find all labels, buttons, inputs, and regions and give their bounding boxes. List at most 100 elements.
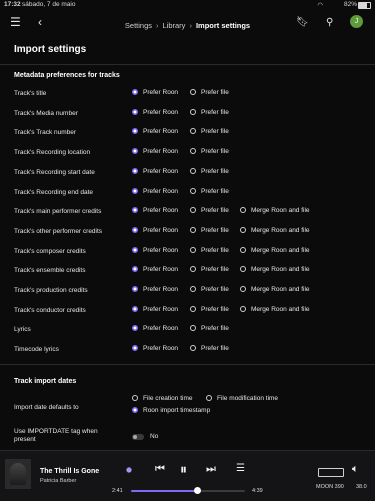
radio-selected-icon	[132, 246, 138, 253]
option-file-creation[interactable]: File creation time	[132, 395, 193, 405]
radio-icon	[240, 226, 246, 233]
pref-row: Track's other performer credits Prefer Ro…	[0, 226, 375, 238]
radio-selected-icon	[132, 345, 138, 352]
pref-row-label: Track's composer credits	[14, 247, 86, 255]
option-prefer-file[interactable]: Prefer file	[190, 246, 229, 257]
wifi-icon: ◠	[317, 2, 323, 9]
pref-row-label: Track's Recording location	[14, 149, 91, 157]
importdate-toggle-label: No	[150, 433, 159, 440]
seek-handle[interactable]	[193, 487, 201, 494]
search-icon[interactable]: ⚲	[326, 17, 333, 28]
breadcrumb-library[interactable]: Library	[163, 21, 186, 30]
battery-percent: 82%	[343, 1, 357, 8]
option-prefer-roon[interactable]: Prefer Roon	[132, 187, 178, 198]
option-prefer-file[interactable]: Prefer file	[190, 148, 229, 158]
volume-value[interactable]: 38.0	[356, 484, 367, 490]
album-cover[interactable]	[5, 459, 31, 489]
option-prefer-roon[interactable]: Prefer Roon	[132, 266, 178, 276]
breadcrumb-separator-icon: ›	[156, 21, 159, 30]
radio-selected-icon	[132, 148, 138, 155]
option-prefer-roon[interactable]: Prefer Roon	[132, 286, 178, 296]
option-merge[interactable]: Merge Roon and file	[240, 286, 310, 296]
pref-row-label: Track's other performer credits	[14, 227, 103, 235]
option-prefer-file[interactable]: Prefer file	[190, 226, 229, 237]
option-prefer-file[interactable]: Prefer file	[190, 266, 229, 276]
importdate-tag-label-line1: Use IMPORTDATE tag when	[14, 428, 98, 435]
page-title: Import settings	[14, 44, 87, 55]
option-prefer-roon[interactable]: Prefer Roon	[132, 325, 178, 335]
importdate-tag-label-line2: present	[14, 436, 36, 443]
seek-bar[interactable]	[131, 487, 245, 494]
option-prefer-roon[interactable]: Prefer Roon	[132, 246, 178, 257]
option-prefer-roon[interactable]: Prefer Roon	[132, 226, 178, 237]
option-merge[interactable]: Merge Roon and file	[240, 266, 310, 276]
option-prefer-file[interactable]: Prefer file	[190, 325, 229, 335]
radio-mode-icon[interactable]: ✦	[124, 465, 134, 475]
radio-icon	[190, 266, 196, 273]
radio-selected-icon	[132, 305, 138, 312]
option-roon-timestamp[interactable]: Roon import timestamp	[132, 407, 210, 417]
option-prefer-roon[interactable]: Prefer Roon	[132, 128, 178, 138]
option-prefer-roon[interactable]: Prefer Roon	[132, 345, 178, 355]
option-prefer-file[interactable]: Prefer file	[190, 187, 229, 198]
import-date-row: Import date defaults to File creation ti…	[0, 395, 375, 417]
radio-icon	[240, 305, 246, 312]
option-prefer-file[interactable]: Prefer file	[190, 108, 229, 119]
option-prefer-roon[interactable]: Prefer Roon	[132, 167, 178, 178]
radio-icon	[190, 187, 196, 194]
zone-name[interactable]: MOON 390	[316, 484, 344, 490]
radio-icon	[240, 286, 246, 292]
option-merge[interactable]: Merge Roon and file	[240, 207, 310, 217]
bookmark-icon[interactable]: 🔖︎	[296, 17, 309, 28]
status-bar: 17:32 sábado, 7 de maio ◠ 82%	[0, 0, 375, 12]
option-prefer-file[interactable]: Prefer file	[190, 286, 229, 296]
option-prefer-roon[interactable]: Prefer Roon	[132, 305, 178, 316]
option-prefer-roon[interactable]: Prefer Roon	[132, 207, 178, 217]
section-title-metadata: Metadata preferences for tracks	[14, 72, 120, 79]
radio-icon	[240, 246, 246, 253]
breadcrumb-current: Import settings	[195, 21, 251, 30]
pref-row: Track's Recording end date Prefer Roon Pre…	[0, 187, 375, 199]
option-prefer-file[interactable]: Prefer file	[190, 207, 229, 217]
option-prefer-roon[interactable]: Prefer Roon	[132, 148, 178, 158]
pref-row-label: Track's main performer credits	[14, 208, 102, 216]
queue-icon[interactable]: ☰	[236, 463, 245, 474]
pref-row: Track's Track number Prefer Roon Prefer fi…	[0, 127, 375, 139]
radio-icon	[190, 207, 196, 214]
radio-icon	[190, 128, 196, 135]
track-artist[interactable]: Patricia Barber	[40, 478, 76, 484]
zone-device-icon[interactable]	[318, 468, 344, 477]
option-prefer-file[interactable]: Prefer file	[190, 167, 229, 178]
option-prefer-file[interactable]: Prefer file	[190, 89, 229, 99]
pref-row: Track's Recording start date Prefer Roon P…	[0, 167, 375, 179]
option-prefer-file[interactable]: Prefer file	[190, 305, 229, 316]
battery-icon	[358, 2, 371, 9]
next-icon[interactable]: ⏭︎	[206, 463, 216, 476]
option-merge[interactable]: Merge Roon and file	[240, 305, 310, 316]
breadcrumb-separator-icon: ›	[189, 21, 192, 30]
radio-selected-icon	[132, 108, 138, 115]
option-prefer-file[interactable]: Prefer file	[190, 345, 229, 355]
breadcrumb-settings[interactable]: Settings	[125, 21, 152, 30]
radio-icon	[190, 305, 196, 312]
radio-icon	[190, 89, 196, 95]
pref-row: Track's ensemble credits Prefer Roon Prefe…	[0, 265, 375, 277]
pref-row: Track's Recording location Prefer Roon Pre…	[0, 147, 375, 159]
radio-icon	[132, 395, 138, 401]
avatar[interactable]: J	[350, 15, 363, 28]
option-file-modification[interactable]: File modification time	[206, 395, 278, 405]
time-elapsed: 2:41	[112, 488, 123, 494]
option-prefer-roon[interactable]: Prefer Roon	[132, 108, 178, 119]
importdate-toggle[interactable]	[132, 434, 144, 440]
previous-icon[interactable]: ⏮︎	[155, 463, 165, 476]
option-prefer-roon[interactable]: Prefer Roon	[132, 89, 178, 99]
option-merge[interactable]: Merge Roon and file	[240, 246, 310, 257]
pause-icon[interactable]: ⏸︎	[180, 461, 187, 478]
radio-selected-icon	[132, 89, 138, 95]
seek-progress	[131, 490, 197, 492]
option-merge[interactable]: Merge Roon and file	[240, 226, 310, 237]
track-title[interactable]: The Thrill Is Gone	[40, 468, 99, 475]
option-prefer-file[interactable]: Prefer file	[190, 128, 229, 138]
radio-selected-icon	[132, 128, 138, 135]
volume-icon[interactable]: 🔈︎	[352, 463, 359, 476]
